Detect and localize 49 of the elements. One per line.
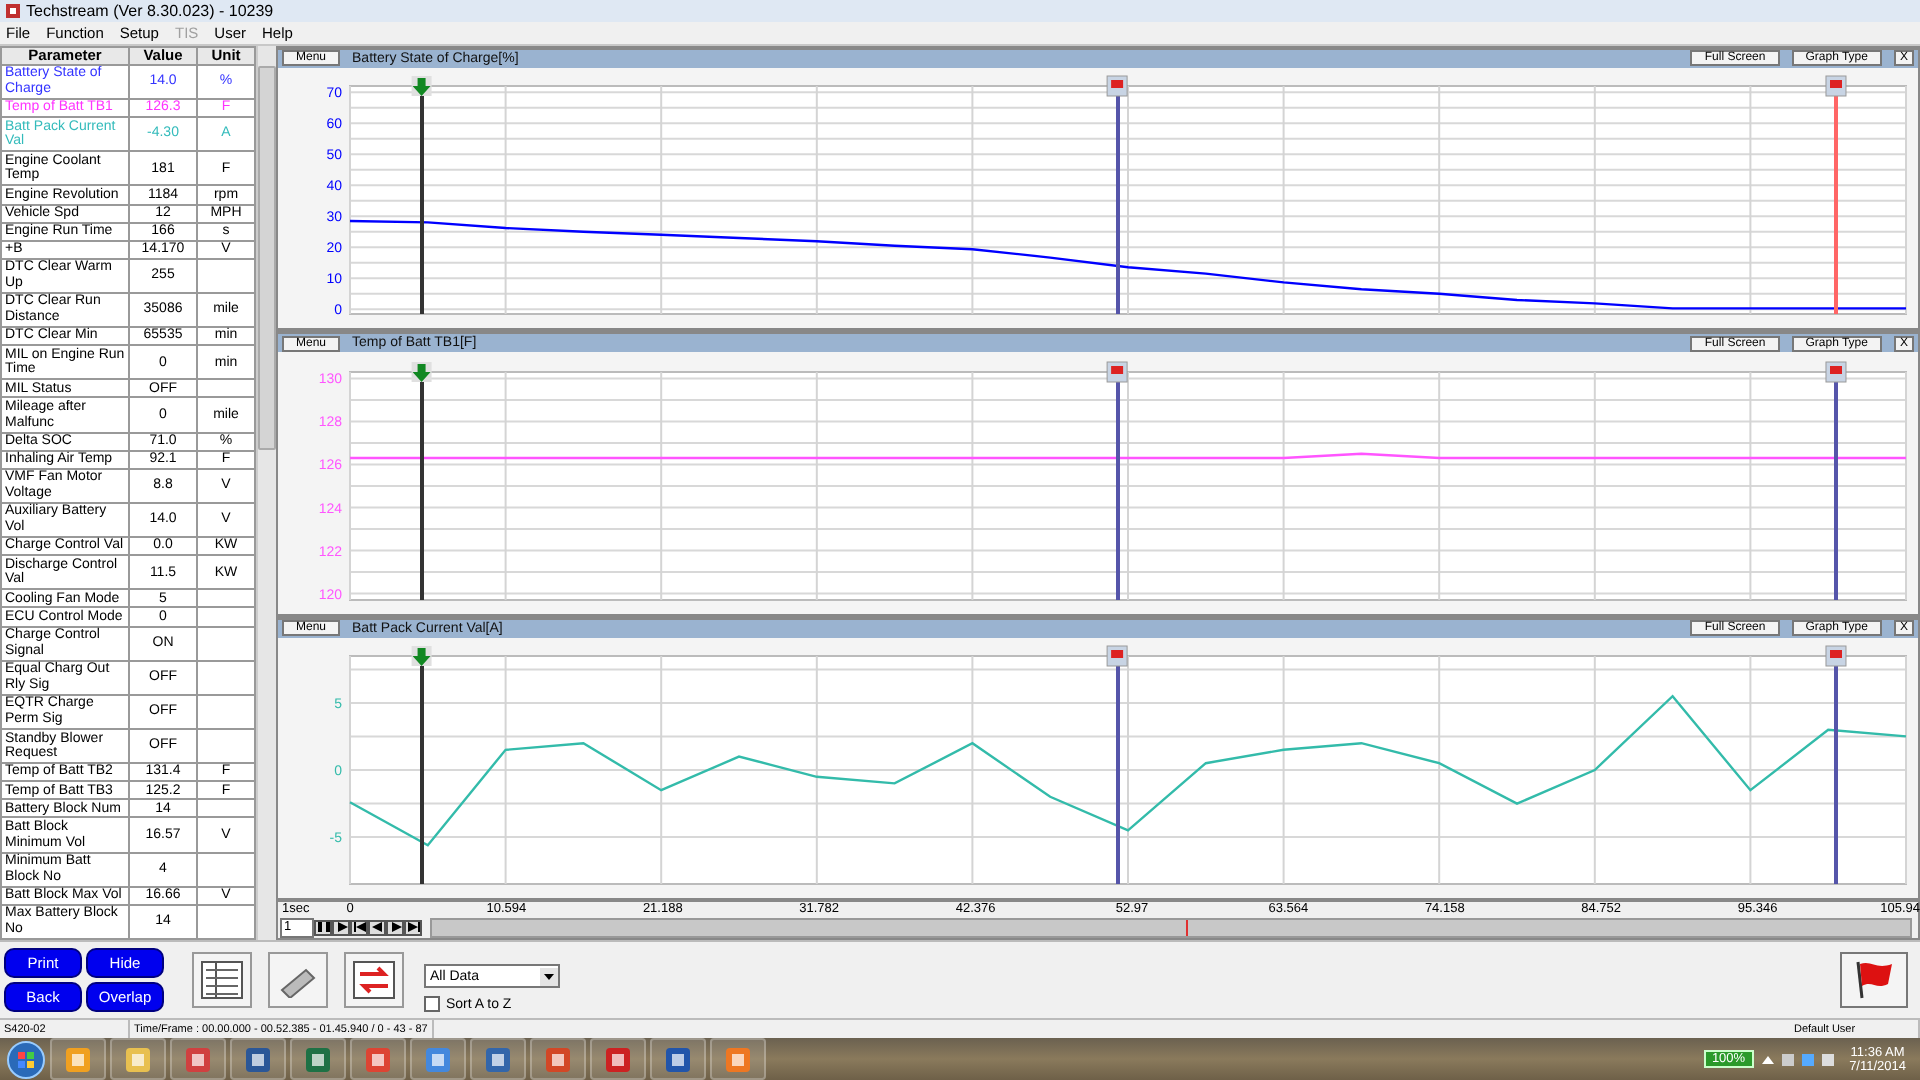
sort-checkbox[interactable] bbox=[424, 996, 440, 1013]
taskbar-app-icon[interactable] bbox=[590, 1038, 646, 1080]
taskbar-app-icon[interactable] bbox=[470, 1038, 526, 1080]
window-title: Techstream (Ver 8.30.023) - 10239 bbox=[26, 1, 274, 20]
caret-icon bbox=[540, 967, 558, 986]
flag-icon[interactable] bbox=[1106, 75, 1128, 97]
step-back-icon[interactable] bbox=[368, 919, 386, 936]
cursor-line[interactable] bbox=[1825, 360, 1847, 600]
taskbar-app-icon[interactable] bbox=[290, 1038, 346, 1080]
app-icon bbox=[6, 3, 20, 18]
taskbar-app-icon[interactable] bbox=[350, 1038, 406, 1080]
cursor-line[interactable] bbox=[1106, 360, 1128, 600]
flag-button[interactable] bbox=[1840, 952, 1908, 1009]
swap-arrows-icon bbox=[352, 960, 396, 1001]
scrollbar[interactable] bbox=[256, 45, 276, 941]
pause-icon[interactable] bbox=[314, 919, 332, 936]
flag-icon[interactable] bbox=[1106, 360, 1128, 382]
taskbar-app-icon[interactable] bbox=[110, 1038, 166, 1080]
start-icon[interactable] bbox=[6, 1039, 46, 1080]
cursor-line[interactable] bbox=[1106, 75, 1128, 315]
arrow-down-icon[interactable] bbox=[411, 646, 432, 667]
cursor-line[interactable] bbox=[411, 361, 432, 600]
arrow-down-icon[interactable] bbox=[411, 361, 432, 382]
swap-button[interactable] bbox=[344, 952, 404, 1009]
taskbar-app-icon[interactable] bbox=[410, 1038, 466, 1080]
flag-icon[interactable] bbox=[1825, 360, 1847, 382]
arrow-down-icon[interactable] bbox=[411, 76, 432, 97]
cursor-line[interactable] bbox=[1825, 645, 1847, 885]
taskbar-app-icon[interactable] bbox=[650, 1038, 706, 1080]
flag-icon[interactable] bbox=[1106, 645, 1128, 667]
list-icon bbox=[200, 960, 244, 1001]
scrollbar-thumb[interactable] bbox=[258, 65, 276, 450]
cursor-line[interactable] bbox=[411, 646, 432, 885]
taskbar-app-icon[interactable] bbox=[230, 1038, 286, 1080]
step-forward-icon[interactable] bbox=[386, 919, 404, 936]
flag-icon[interactable] bbox=[1825, 645, 1847, 667]
taskbar-app-icon[interactable] bbox=[710, 1038, 766, 1080]
pen-tool-button[interactable] bbox=[268, 952, 328, 1009]
cursor-line[interactable] bbox=[1106, 645, 1128, 885]
list-view-button[interactable] bbox=[192, 952, 252, 1009]
tray-icons[interactable] bbox=[1757, 1049, 1838, 1070]
taskbar-app-icon[interactable] bbox=[50, 1038, 106, 1080]
time-slider[interactable] bbox=[430, 917, 1912, 938]
taskbar-app-icon[interactable] bbox=[170, 1038, 226, 1080]
taskbar-app-icon[interactable] bbox=[530, 1038, 586, 1080]
cursor-line[interactable] bbox=[411, 76, 432, 315]
flag-icon[interactable] bbox=[1825, 75, 1847, 97]
slider-marker[interactable] bbox=[1185, 919, 1188, 936]
play-icon[interactable] bbox=[332, 919, 350, 936]
